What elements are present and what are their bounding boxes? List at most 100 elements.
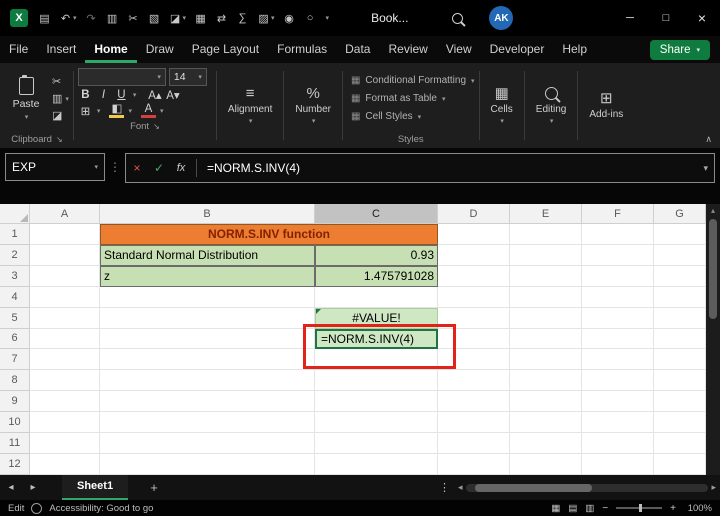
cell-B3[interactable]: z bbox=[100, 265, 315, 287]
horizontal-scrollbar-thumb[interactable] bbox=[475, 483, 592, 492]
cell[interactable] bbox=[582, 349, 654, 371]
cell[interactable] bbox=[582, 453, 654, 475]
cell[interactable] bbox=[510, 286, 582, 308]
cell[interactable] bbox=[582, 286, 654, 308]
cell[interactable] bbox=[582, 412, 654, 434]
column-header-G[interactable]: G bbox=[654, 204, 706, 224]
cell[interactable] bbox=[510, 244, 582, 266]
column-header-B[interactable]: B bbox=[100, 204, 315, 224]
cell[interactable] bbox=[654, 370, 706, 392]
cell-B1-title[interactable]: NORM.S.INV function bbox=[100, 224, 438, 245]
cell[interactable] bbox=[438, 224, 510, 245]
undo-button[interactable]: ↶ ▾ bbox=[55, 12, 81, 25]
cell[interactable] bbox=[100, 391, 315, 413]
cell[interactable] bbox=[30, 328, 100, 350]
cell[interactable] bbox=[315, 286, 438, 308]
column-header-D[interactable]: D bbox=[438, 204, 510, 224]
cell[interactable] bbox=[30, 265, 100, 287]
copy-button[interactable]: ▥ ▾ bbox=[52, 92, 69, 105]
cell[interactable] bbox=[510, 412, 582, 434]
cell[interactable] bbox=[654, 349, 706, 371]
cell[interactable] bbox=[315, 412, 438, 434]
cell-C5-value-error[interactable]: #VALUE! bbox=[315, 307, 438, 329]
zoom-slider[interactable] bbox=[616, 504, 663, 512]
select-all-button[interactable] bbox=[0, 204, 30, 224]
cell[interactable] bbox=[100, 307, 315, 329]
cancel-button[interactable]: × bbox=[126, 161, 148, 175]
tab-view[interactable]: View bbox=[437, 36, 481, 63]
zoom-out-button[interactable]: − bbox=[602, 503, 608, 514]
row-header-10[interactable]: 10 bbox=[0, 412, 30, 434]
accessibility-status[interactable]: Accessibility: Good to go bbox=[49, 503, 153, 514]
cell[interactable] bbox=[582, 224, 654, 245]
cell[interactable] bbox=[654, 286, 706, 308]
previous-sheet-button[interactable]: ◂ bbox=[0, 482, 22, 493]
cell[interactable] bbox=[510, 391, 582, 413]
column-header-E[interactable]: E bbox=[510, 204, 582, 224]
scroll-left-icon[interactable]: ◂ bbox=[458, 482, 463, 493]
borders-button[interactable]: ⊞ bbox=[78, 104, 93, 118]
cell[interactable] bbox=[654, 328, 706, 350]
cell[interactable] bbox=[30, 244, 100, 266]
cell[interactable] bbox=[438, 328, 510, 350]
cell[interactable] bbox=[510, 307, 582, 329]
format-painter-button[interactable]: ◪ ▾ bbox=[165, 12, 191, 25]
font-color-button[interactable]: A bbox=[140, 103, 156, 118]
alignment-group-button[interactable]: ≡ Alignment ▾ bbox=[218, 63, 282, 148]
cell[interactable] bbox=[30, 286, 100, 308]
cell[interactable] bbox=[438, 453, 510, 475]
cell[interactable] bbox=[30, 391, 100, 413]
cell-C2[interactable]: 0.93 bbox=[315, 244, 438, 266]
tab-review[interactable]: Review bbox=[379, 36, 436, 63]
row-header-4[interactable]: 4 bbox=[0, 286, 30, 308]
cell[interactable] bbox=[654, 453, 706, 475]
enter-button[interactable]: ✓ bbox=[148, 161, 170, 175]
format-as-table-button[interactable]: ▦ Format as Table ▾ bbox=[347, 91, 475, 106]
page-layout-view-button[interactable]: ▤ bbox=[568, 503, 577, 514]
cell[interactable] bbox=[438, 265, 510, 287]
cell[interactable] bbox=[582, 391, 654, 413]
row-header-9[interactable]: 9 bbox=[0, 391, 30, 413]
redo-button[interactable]: ↷ bbox=[81, 12, 102, 25]
cell-C6-active-formula[interactable]: =NORM.S.INV(4) bbox=[315, 328, 438, 350]
tab-formulas[interactable]: Formulas bbox=[268, 36, 336, 63]
cell-C3[interactable]: 1.475791028 bbox=[315, 265, 438, 287]
font-size-select[interactable]: 14 ▾ bbox=[168, 68, 207, 86]
minimize-button[interactable]: ─ bbox=[612, 0, 648, 36]
row-header-6[interactable]: 6 bbox=[0, 328, 30, 350]
switch-windows-button[interactable]: ⇄ bbox=[211, 12, 232, 25]
tab-home[interactable]: Home bbox=[85, 36, 136, 63]
table-button[interactable]: ▦ bbox=[190, 12, 211, 25]
cell[interactable] bbox=[582, 328, 654, 350]
cell[interactable] bbox=[654, 433, 706, 454]
column-header-F[interactable]: F bbox=[582, 204, 654, 224]
zoom-slider-thumb[interactable] bbox=[639, 504, 643, 512]
zoom-in-button[interactable]: + bbox=[670, 503, 676, 514]
cell[interactable] bbox=[30, 412, 100, 434]
cell[interactable] bbox=[438, 349, 510, 371]
column-header-A[interactable]: A bbox=[30, 204, 100, 224]
row-header-2[interactable]: 2 bbox=[0, 244, 30, 266]
cell-B2[interactable]: Standard Normal Distribution bbox=[100, 244, 315, 266]
record-button[interactable]: ○ bbox=[300, 12, 321, 24]
tab-insert[interactable]: Insert bbox=[37, 36, 85, 63]
cell[interactable] bbox=[315, 433, 438, 454]
cell[interactable] bbox=[654, 391, 706, 413]
cell[interactable] bbox=[510, 453, 582, 475]
row-header-5[interactable]: 5 bbox=[0, 307, 30, 329]
horizontal-scrollbar-track[interactable] bbox=[465, 483, 709, 492]
cell[interactable] bbox=[510, 433, 582, 454]
cell[interactable] bbox=[438, 433, 510, 454]
italic-button[interactable]: I bbox=[96, 89, 111, 101]
cell[interactable] bbox=[438, 370, 510, 392]
tab-file[interactable]: File bbox=[0, 36, 37, 63]
cell[interactable] bbox=[315, 453, 438, 475]
contact-button[interactable]: ◉ bbox=[279, 12, 300, 25]
increase-font-button[interactable]: A▴ bbox=[147, 88, 162, 102]
cut-button[interactable]: ✂ bbox=[52, 75, 69, 88]
cell[interactable] bbox=[315, 391, 438, 413]
row-header-8[interactable]: 8 bbox=[0, 370, 30, 392]
dialog-launcher-icon[interactable]: ↘ bbox=[56, 135, 63, 144]
fill-color-button[interactable]: ◧ bbox=[109, 103, 125, 118]
picture-button[interactable]: ▧ bbox=[144, 12, 165, 25]
